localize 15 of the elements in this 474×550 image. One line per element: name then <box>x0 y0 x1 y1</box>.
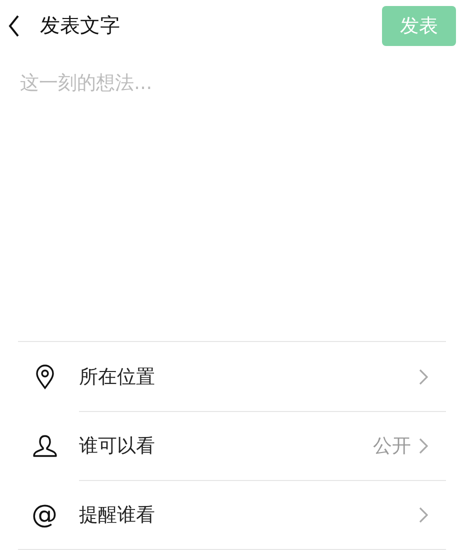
option-row[interactable]: 所在位置 <box>18 342 446 411</box>
option-row[interactable]: 谁可以看 公开 <box>18 411 446 480</box>
chevron-right-icon <box>419 438 428 454</box>
location-pin-icon <box>34 364 54 390</box>
chevron-right-icon <box>419 368 428 384</box>
option-row[interactable]: @ 提醒谁看 <box>18 480 446 549</box>
back-icon[interactable] <box>8 14 20 37</box>
chevron-right-icon <box>419 507 428 523</box>
page-title: 发表文字 <box>40 12 121 40</box>
option-label: 所在位置 <box>79 364 155 390</box>
at-sign-icon: @ <box>32 502 58 528</box>
option-label: 谁可以看 <box>79 434 155 459</box>
option-value: 公开 <box>373 434 411 459</box>
option-label: 提醒谁看 <box>79 503 155 528</box>
person-icon <box>32 434 58 458</box>
